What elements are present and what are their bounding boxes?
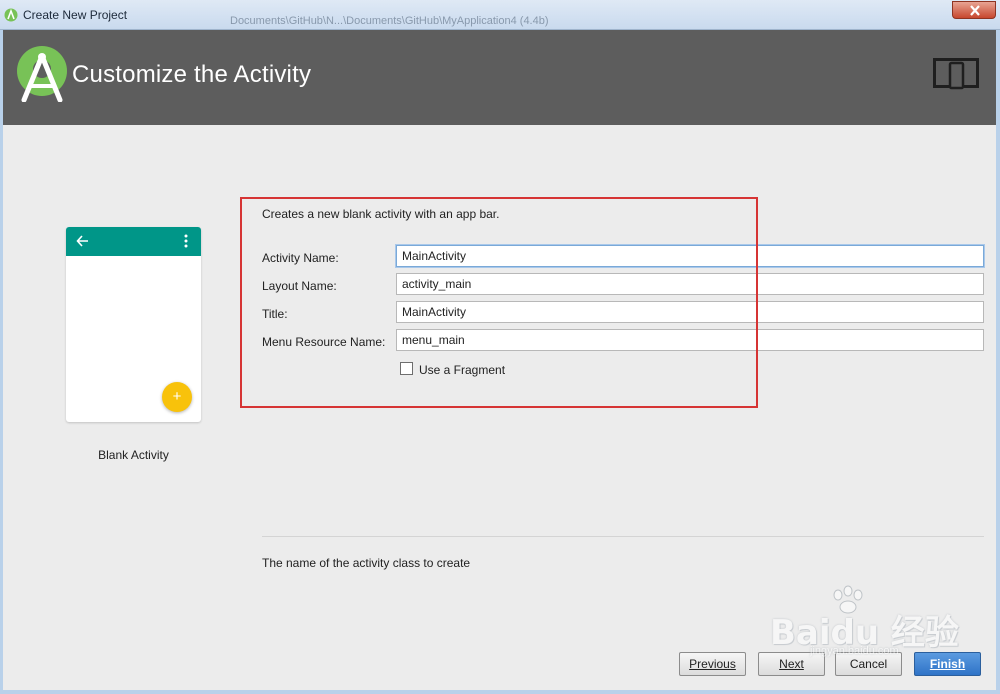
floating-action-button: + xyxy=(162,382,192,412)
previous-button[interactable]: Previous xyxy=(679,652,746,676)
background-window-title: Documents\GitHub\N...\Documents\GitHub\M… xyxy=(230,15,549,27)
field-hint-text: The name of the activity class to create xyxy=(262,556,471,570)
use-fragment-checkbox[interactable] xyxy=(400,362,413,375)
finish-button-label: Finish xyxy=(929,657,966,671)
android-studio-logo-icon xyxy=(17,46,67,102)
menu-resource-name-field[interactable] xyxy=(396,329,984,351)
close-icon xyxy=(970,5,980,16)
next-button-label: Next xyxy=(779,657,804,671)
template-description: Creates a new blank activity with an app… xyxy=(262,207,500,221)
android-studio-app-icon xyxy=(4,8,18,22)
template-label: Blank Activity xyxy=(98,448,169,462)
finish-button[interactable]: Finish xyxy=(914,652,981,676)
close-button[interactable] xyxy=(952,1,996,19)
overflow-menu-icon xyxy=(184,234,188,248)
cancel-button-label: Cancel xyxy=(849,657,888,671)
activity-name-field[interactable] xyxy=(396,245,984,267)
previous-button-label: Previous xyxy=(689,657,736,671)
watermark-url: jingyan.baidu.com xyxy=(810,645,899,657)
back-arrow-icon xyxy=(76,235,88,247)
baidu-watermark: Baidu 经验 jingyan.baidu.com xyxy=(770,585,960,657)
layout-name-field[interactable] xyxy=(396,273,984,295)
page-title: Customize the Activity xyxy=(72,61,312,88)
window-title: Create New Project xyxy=(23,8,128,22)
layout-name-label: Layout Name: xyxy=(262,279,337,293)
preview-app-bar xyxy=(66,227,201,256)
wizard-header: Customize the Activity xyxy=(3,30,996,125)
window-titlebar: Create New Project Documents\GitHub\N...… xyxy=(0,0,1000,30)
device-form-factor-icon xyxy=(933,58,979,90)
divider xyxy=(262,536,984,537)
use-fragment-label[interactable]: Use a Fragment xyxy=(419,363,505,377)
title-field[interactable] xyxy=(396,301,984,323)
title-label: Title: xyxy=(262,307,288,321)
activity-name-label: Activity Name: xyxy=(262,251,339,265)
menu-resource-name-label: Menu Resource Name: xyxy=(262,335,386,349)
template-preview[interactable]: + xyxy=(66,227,201,422)
